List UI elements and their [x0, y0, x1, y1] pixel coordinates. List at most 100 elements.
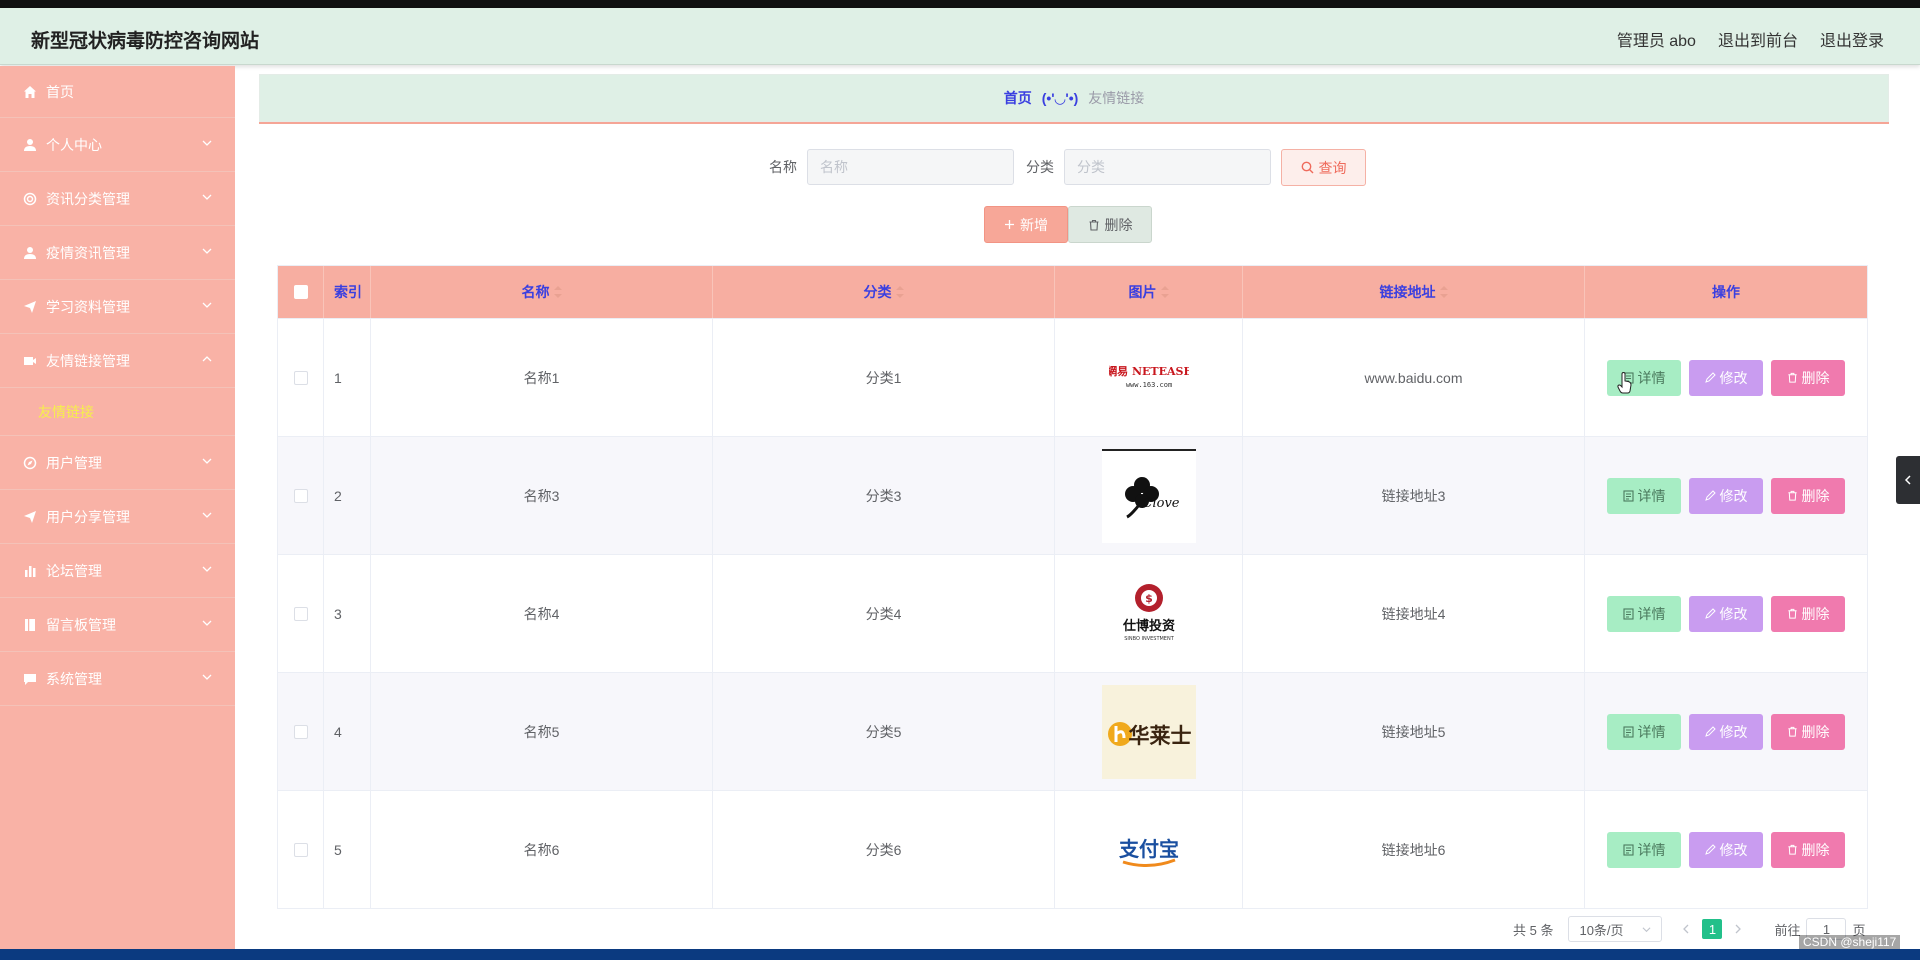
header-name[interactable]: 名称 [371, 266, 713, 318]
current-user: 管理员 abo [1616, 33, 1696, 50]
row-checkbox[interactable] [293, 606, 308, 621]
chevron-down-icon [202, 458, 212, 464]
search-name-input[interactable] [807, 149, 1014, 185]
delete-button-label: 删除 [1801, 723, 1830, 740]
trash-icon [1787, 608, 1797, 619]
taskbar-strip [0, 949, 1920, 960]
edit-button[interactable]: 修改 [1689, 713, 1763, 750]
delete-button-label: 删除 [1801, 369, 1830, 386]
edit-button[interactable]: 修改 [1689, 359, 1763, 396]
table-header: 索引 名称 分类 图片 链接地址 操作 [278, 266, 1867, 318]
row-checkbox[interactable] [293, 370, 308, 385]
sidebar-item-forum[interactable]: 论坛管理 [0, 544, 235, 598]
detail-button[interactable]: 详情 [1607, 477, 1681, 514]
sort-icon[interactable] [553, 286, 562, 298]
sinbo-logo: $ 仕博投资 SINBO INVESTMENT [1102, 567, 1196, 661]
row-ops: 详情 修改 删除 [1585, 555, 1867, 672]
pagination-total: 共 5 条 [1513, 922, 1554, 938]
sort-icon[interactable] [1439, 286, 1448, 298]
select-all-checkbox[interactable] [293, 285, 308, 299]
sidebar-item-news-category[interactable]: 资讯分类管理 [0, 172, 235, 226]
collapse-panel-button[interactable] [1896, 456, 1920, 504]
query-button[interactable]: 查询 [1281, 149, 1366, 186]
header-url[interactable]: 链接地址 [1243, 266, 1585, 318]
delete-button[interactable]: 删除 [1771, 713, 1845, 750]
row-checkbox[interactable] [293, 842, 308, 857]
breadcrumb-home[interactable]: 首页 [1004, 88, 1032, 108]
detail-button-label: 详情 [1637, 369, 1666, 386]
row-name: 名称5 [371, 673, 713, 790]
app-header: 新型冠状病毒防控咨询网站 管理员 abo 退出到前台 退出登录 [0, 8, 1920, 65]
sort-icon[interactable] [895, 286, 904, 298]
detail-button[interactable]: 详情 [1607, 595, 1681, 632]
row-name: 名称6 [371, 791, 713, 908]
chevron-right-icon [1736, 924, 1742, 934]
sidebar-item-study-materials[interactable]: 学习资料管理 [0, 280, 235, 334]
breadcrumb-current: 友情链接 [1088, 90, 1145, 106]
window-top-strip [0, 0, 1920, 8]
detail-button-label: 详情 [1637, 841, 1666, 858]
row-checkbox[interactable] [293, 488, 308, 503]
row-url: www.baidu.com [1243, 319, 1585, 436]
table-row: 3 名称4 分类4 $ 仕博投资 SINBO INVESTMENT 链接地址4 … [278, 554, 1867, 672]
sort-icon[interactable] [1160, 286, 1169, 298]
delete-button[interactable]: 删除 [1771, 831, 1845, 868]
row-name: 名称4 [371, 555, 713, 672]
logout-link[interactable]: 退出登录 [1820, 27, 1884, 51]
delete-button[interactable]: 删除 [1771, 477, 1845, 514]
svg-text:支付宝: 支付宝 [1119, 837, 1179, 861]
header-image-label: 图片 [1128, 284, 1157, 300]
row-checkbox-cell [278, 319, 324, 436]
hualaishi-logo: 华莱士 [1101, 684, 1196, 779]
sidebar-item-label: 疫情资讯管理 [46, 244, 130, 261]
header-image[interactable]: 图片 [1055, 266, 1243, 318]
edit-button-label: 修改 [1719, 841, 1748, 858]
sidebar-subitem-friend-links[interactable]: 友情链接 [0, 388, 235, 436]
edit-button[interactable]: 修改 [1689, 477, 1763, 514]
row-url: 链接地址5 [1243, 673, 1585, 790]
row-image: $ 仕博投资 SINBO INVESTMENT [1055, 555, 1243, 672]
batch-delete-button[interactable]: 删除 [1068, 206, 1152, 243]
sidebar-item-friend-links[interactable]: 友情链接管理 [0, 334, 235, 388]
search-category-input[interactable] [1064, 149, 1271, 185]
sidebar-item-label: 友情链接管理 [46, 352, 130, 369]
edit-button[interactable]: 修改 [1689, 831, 1763, 868]
chevron-down-icon [1642, 926, 1651, 932]
page-size-select[interactable]: 10条/页 [1568, 916, 1663, 942]
send-icon [22, 299, 38, 315]
home-icon [22, 84, 38, 100]
row-image: Clove [1055, 437, 1243, 554]
row-checkbox[interactable] [293, 724, 308, 739]
sidebar-item-home[interactable]: 首页 [0, 66, 235, 118]
sidebar-item-epidemic-news[interactable]: 疫情资讯管理 [0, 226, 235, 280]
alipay-logo: 支付宝 [1102, 803, 1196, 897]
pencil-icon [1704, 372, 1716, 383]
delete-button[interactable]: 删除 [1771, 359, 1845, 396]
sidebar-item-message-board[interactable]: 留言板管理 [0, 598, 235, 652]
detail-button[interactable]: 详情 [1607, 713, 1681, 750]
page-number-current[interactable]: 1 [1702, 919, 1723, 939]
add-button[interactable]: 新增 [984, 206, 1068, 243]
pencil-icon [1704, 726, 1716, 737]
delete-button[interactable]: 删除 [1771, 595, 1845, 632]
delete-button-label: 删除 [1801, 605, 1830, 622]
next-page-button[interactable] [1728, 919, 1748, 939]
header-category[interactable]: 分类 [713, 266, 1055, 318]
prev-page-button[interactable] [1676, 919, 1696, 939]
links-table: 索引 名称 分类 图片 链接地址 操作 1 名称1 分类1 網易 NETEASE… [277, 265, 1868, 909]
row-index: 2 [324, 437, 371, 554]
sidebar-item-personal-center[interactable]: 个人中心 [0, 118, 235, 172]
query-button-label: 查询 [1318, 159, 1347, 176]
row-category: 分类6 [713, 791, 1055, 908]
detail-button-label: 详情 [1637, 723, 1666, 740]
plus-icon [1005, 220, 1014, 229]
sidebar-item-label: 用户分享管理 [46, 508, 130, 525]
sidebar-item-user-sharing[interactable]: 用户分享管理 [0, 490, 235, 544]
select-all-cell [278, 266, 324, 318]
breadcrumb: 首页 (•'◡'•) 友情链接 [259, 74, 1889, 122]
exit-to-front-link[interactable]: 退出到前台 [1718, 27, 1798, 51]
detail-button[interactable]: 详情 [1607, 831, 1681, 868]
sidebar-item-system[interactable]: 系统管理 [0, 652, 235, 706]
sidebar-item-user-management[interactable]: 用户管理 [0, 436, 235, 490]
edit-button[interactable]: 修改 [1689, 595, 1763, 632]
